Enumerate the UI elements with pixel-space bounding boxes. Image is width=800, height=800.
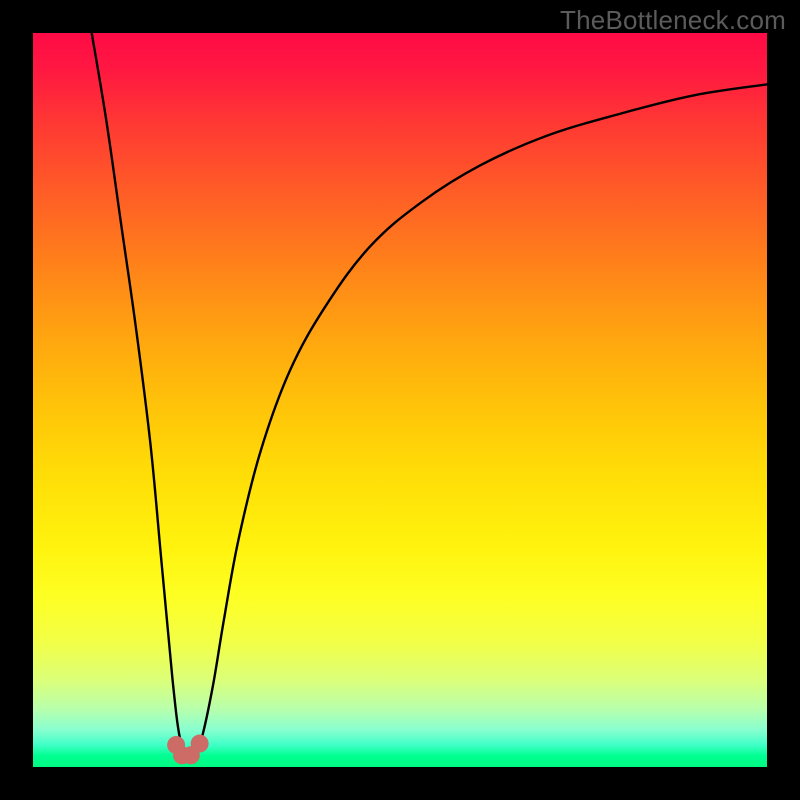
outer-frame: TheBottleneck.com [0,0,800,800]
plot-area [33,33,767,767]
curve-markers [167,735,208,765]
bottleneck-curve [92,33,767,757]
chart-svg [33,33,767,767]
marker-dot [191,735,209,753]
watermark-text: TheBottleneck.com [560,5,786,36]
